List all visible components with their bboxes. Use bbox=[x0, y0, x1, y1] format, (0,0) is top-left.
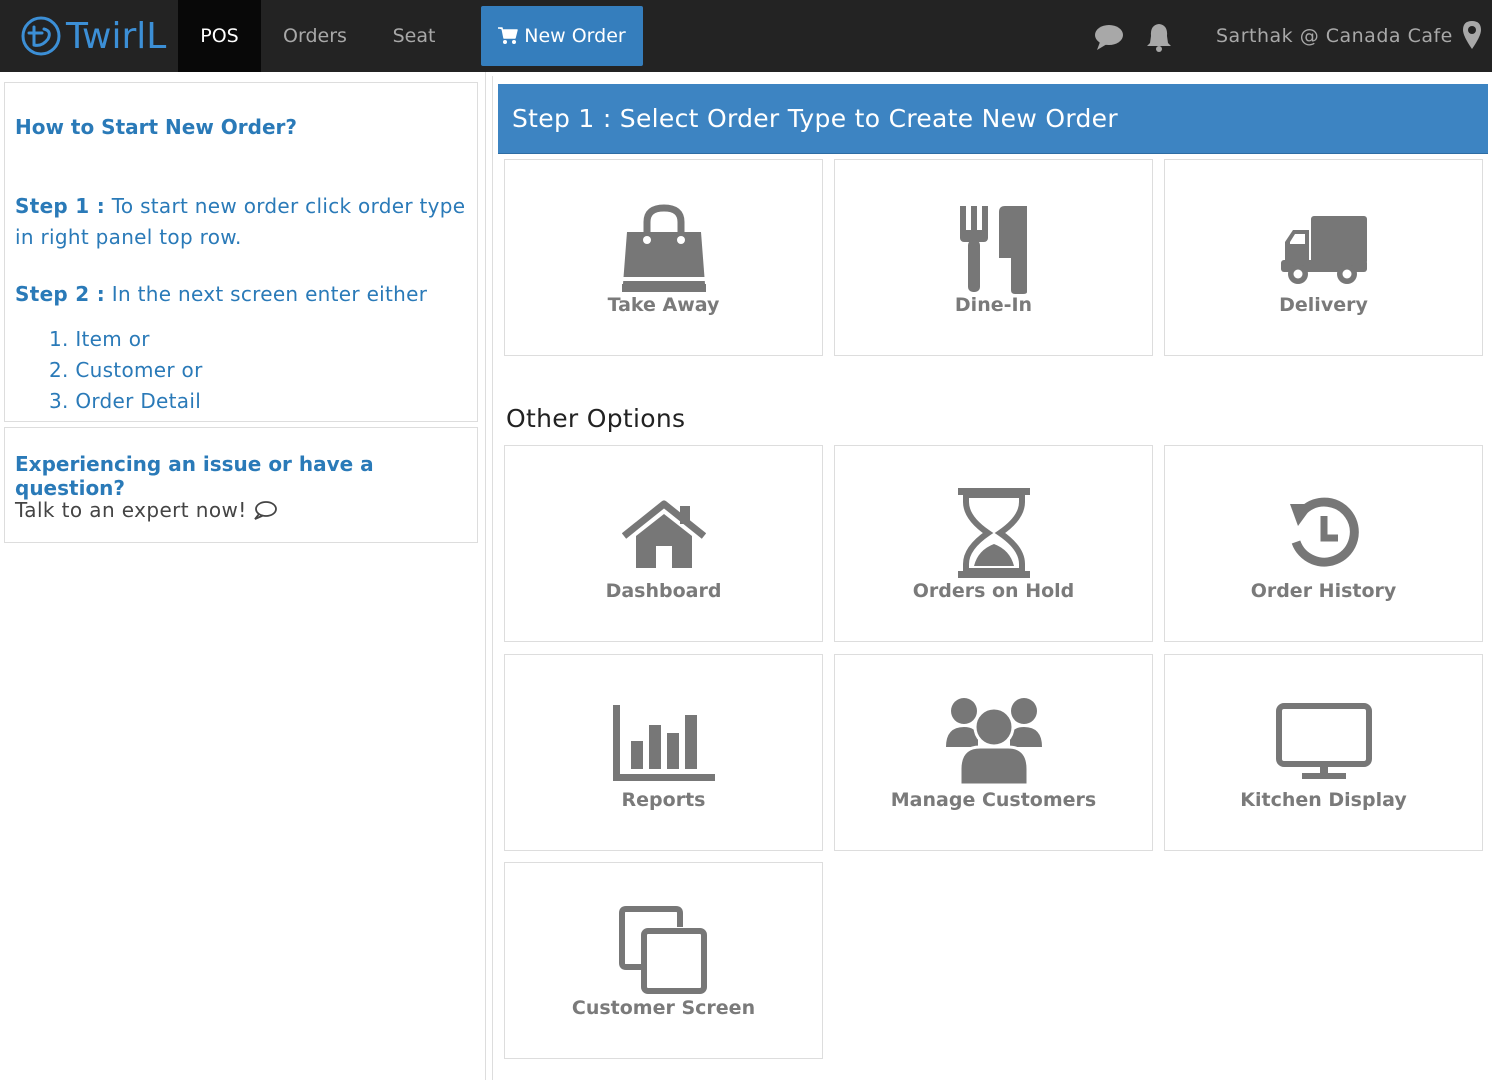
users-icon bbox=[945, 698, 1042, 787]
orders-on-hold-tile[interactable]: Orders on Hold bbox=[834, 445, 1153, 642]
history-icon bbox=[1289, 497, 1359, 567]
map-pin-icon[interactable] bbox=[1462, 20, 1482, 50]
talk-to-expert-link[interactable]: Talk to an expert now! bbox=[15, 498, 277, 522]
kitchen-display-tile[interactable]: Kitchen Display bbox=[1164, 654, 1483, 851]
truck-icon bbox=[1280, 216, 1367, 284]
bell-icon[interactable] bbox=[1144, 22, 1174, 52]
delivery-tile[interactable]: Delivery bbox=[1164, 159, 1483, 356]
hourglass-icon bbox=[957, 488, 1030, 578]
left-help-panel: How to Start New Order? Step 1 : To star… bbox=[0, 72, 486, 1080]
kitchen-display-label: Kitchen Display bbox=[1240, 789, 1407, 811]
cart-icon bbox=[498, 27, 518, 44]
fork-knife-icon bbox=[959, 206, 1027, 294]
manage-customers-label: Manage Customers bbox=[890, 789, 1097, 811]
order-history-label: Order History bbox=[1250, 580, 1397, 602]
nav-orders[interactable]: Orders bbox=[270, 0, 360, 72]
order-history-tile[interactable]: Order History bbox=[1164, 445, 1483, 642]
step-2-prefix: Step 2 : bbox=[15, 282, 106, 306]
top-navbar: TwirlL POS Orders Seat New Order Sarthak… bbox=[0, 0, 1492, 72]
bar-chart-icon bbox=[612, 705, 715, 781]
reports-tile[interactable]: Reports bbox=[504, 654, 823, 851]
reports-label: Reports bbox=[621, 789, 706, 811]
dine-in-label: Dine-In bbox=[954, 294, 1033, 316]
dashboard-label: Dashboard bbox=[605, 580, 722, 602]
help-list-item: 1. Item or bbox=[49, 327, 150, 351]
step-2-text: In the next screen enter either bbox=[105, 282, 428, 306]
dashboard-tile[interactable]: Dashboard bbox=[504, 445, 823, 642]
twirl-logo-icon bbox=[21, 16, 61, 56]
copy-icon bbox=[618, 906, 707, 994]
support-card: Experiencing an issue or have a question… bbox=[4, 427, 478, 543]
help-step-1: Step 1 : To start new order click order … bbox=[15, 191, 475, 253]
customer-screen-tile[interactable]: Customer Screen bbox=[504, 862, 823, 1059]
step-1-prefix: Step 1 : bbox=[15, 194, 106, 218]
orders-on-hold-label: Orders on Hold bbox=[912, 580, 1075, 602]
nav-pos[interactable]: POS bbox=[178, 0, 261, 72]
main-panel: Step 1 : Select Order Type to Create New… bbox=[492, 76, 1492, 1080]
speech-bubble-icon bbox=[253, 501, 277, 520]
help-title: How to Start New Order? bbox=[15, 115, 297, 139]
shopping-bag-icon bbox=[621, 204, 706, 292]
help-step-2: Step 2 : In the next screen enter either bbox=[15, 279, 475, 310]
take-away-tile[interactable]: Take Away bbox=[504, 159, 823, 356]
support-title: Experiencing an issue or have a question… bbox=[15, 452, 374, 500]
take-away-label: Take Away bbox=[607, 294, 720, 316]
new-order-button[interactable]: New Order bbox=[481, 6, 643, 66]
customer-screen-label: Customer Screen bbox=[571, 997, 756, 1019]
support-text: Talk to an expert now! bbox=[15, 498, 247, 522]
delivery-label: Delivery bbox=[1279, 294, 1368, 316]
chat-icon[interactable] bbox=[1094, 22, 1124, 52]
help-list-item: 3. Order Detail bbox=[49, 389, 202, 413]
monitor-icon bbox=[1275, 703, 1372, 779]
brand-name: TwirlL bbox=[66, 15, 167, 57]
new-order-label: New Order bbox=[524, 25, 626, 47]
step-header: Step 1 : Select Order Type to Create New… bbox=[498, 84, 1488, 154]
dine-in-tile[interactable]: Dine-In bbox=[834, 159, 1153, 356]
help-list-item: 2. Customer or bbox=[49, 358, 203, 382]
user-location-label[interactable]: Sarthak @ Canada Cafe bbox=[1216, 0, 1453, 72]
nav-seat[interactable]: Seat bbox=[380, 0, 448, 72]
help-card: How to Start New Order? Step 1 : To star… bbox=[4, 82, 478, 422]
manage-customers-tile[interactable]: Manage Customers bbox=[834, 654, 1153, 851]
brand-logo[interactable]: TwirlL bbox=[20, 12, 166, 60]
other-options-heading: Other Options bbox=[506, 404, 686, 433]
home-icon bbox=[621, 500, 706, 568]
